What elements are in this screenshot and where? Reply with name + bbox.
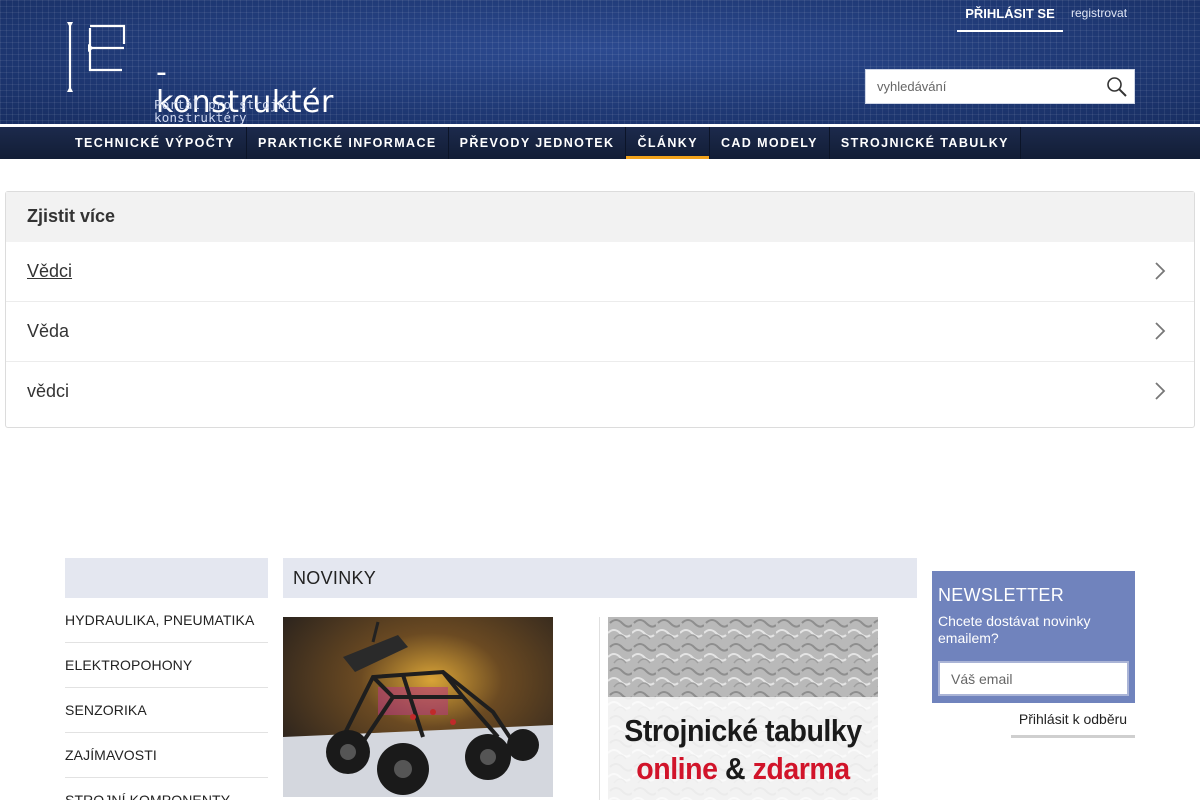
- category-item-senzorika[interactable]: SENZORIKA: [65, 688, 268, 733]
- learn-more-item[interactable]: Věda: [6, 302, 1194, 362]
- chevron-right-icon: [1155, 262, 1166, 280]
- search-box: [865, 69, 1135, 104]
- search-button[interactable]: [1106, 76, 1128, 98]
- learn-more-title: Zjistit více: [6, 192, 1194, 242]
- news-card-image[interactable]: [283, 617, 553, 797]
- logo-subtitle: Portál pro strojní konstruktéry: [154, 97, 294, 125]
- register-link[interactable]: registrovat: [1071, 6, 1127, 20]
- search-input[interactable]: [866, 70, 1098, 103]
- news-card-tables-banner[interactable]: Strojnické tabulky online & zdarma: [608, 617, 878, 800]
- site-header: -konstruktér Portál pro strojní konstruk…: [0, 0, 1200, 124]
- learn-more-item[interactable]: Vědci: [6, 242, 1194, 302]
- category-item-zajimavosti[interactable]: ZAJÍMAVOSTI: [65, 733, 268, 778]
- learn-more-item-label: Věda: [27, 321, 70, 341]
- newsletter-submit-button[interactable]: Přihlásit k odběru: [1011, 707, 1135, 738]
- tables-banner-line2: online & zdarma: [619, 751, 867, 787]
- login-link[interactable]: PŘIHLÁSIT SE: [957, 0, 1063, 32]
- newsletter-email-input[interactable]: [938, 661, 1129, 696]
- news-title: NOVINKY: [283, 558, 917, 598]
- tables-banner-line1: Strojnické tabulky: [624, 713, 862, 748]
- tables-banner-free: zdarma: [752, 751, 851, 786]
- learn-more-item-label: vědci: [27, 381, 70, 401]
- newsletter-title: NEWSLETTER: [938, 585, 1065, 605]
- nav-item-technicke-vypocty[interactable]: TECHNICKÉ VÝPOČTY: [64, 127, 247, 159]
- news-divider: [599, 617, 600, 800]
- category-item-elektropohony[interactable]: ELEKTROPOHONY: [65, 643, 268, 688]
- learn-more-item[interactable]: vědci: [6, 362, 1194, 422]
- rc-car-image: [283, 617, 553, 797]
- tables-banner-amp: &: [724, 751, 746, 786]
- chevron-right-icon: [1155, 322, 1166, 340]
- nav-item-prakticke-informace[interactable]: PRAKTICKÉ INFORMACE: [247, 127, 449, 159]
- news-section: NOVINKY Strojnické tabulky online & zdar…: [283, 558, 917, 800]
- category-sidebar-header: [65, 558, 268, 598]
- chevron-right-icon: [1155, 382, 1166, 400]
- category-sidebar: HYDRAULIKA, PNEUMATIKA ELEKTROPOHONY SEN…: [65, 558, 268, 800]
- category-item-strojni-komponenty[interactable]: STROJNÍ KOMPONENTY: [65, 778, 268, 800]
- learn-more-panel: Zjistit více Vědci Věda vědci: [5, 191, 1195, 428]
- category-item-hydraulika[interactable]: HYDRAULIKA, PNEUMATIKA: [65, 598, 268, 643]
- newsletter-text: Chcete dostávat novinky emailem?: [938, 613, 1091, 646]
- learn-more-item-label: Vědci: [27, 261, 73, 281]
- tables-banner-online: online: [636, 751, 718, 786]
- site-logo[interactable]: -konstruktér Portál pro strojní konstruk…: [66, 22, 336, 123]
- nav-item-cad-modely[interactable]: CAD MODELY: [710, 127, 830, 159]
- nav-item-clanky[interactable]: ČLÁNKY: [626, 127, 710, 159]
- nav-item-strojnicke-tabulky[interactable]: STROJNICKÉ TABULKY: [830, 127, 1021, 159]
- nav-item-prevody-jednotek[interactable]: PŘEVODY JEDNOTEK: [449, 127, 627, 159]
- newsletter-box: NEWSLETTER Chcete dostávat novinky email…: [932, 571, 1135, 703]
- main-nav: TECHNICKÉ VÝPOČTY PRAKTICKÉ INFORMACE PŘ…: [0, 127, 1200, 159]
- search-icon: [1107, 77, 1127, 97]
- nav-items: TECHNICKÉ VÝPOČTY PRAKTICKÉ INFORMACE PŘ…: [64, 127, 1021, 159]
